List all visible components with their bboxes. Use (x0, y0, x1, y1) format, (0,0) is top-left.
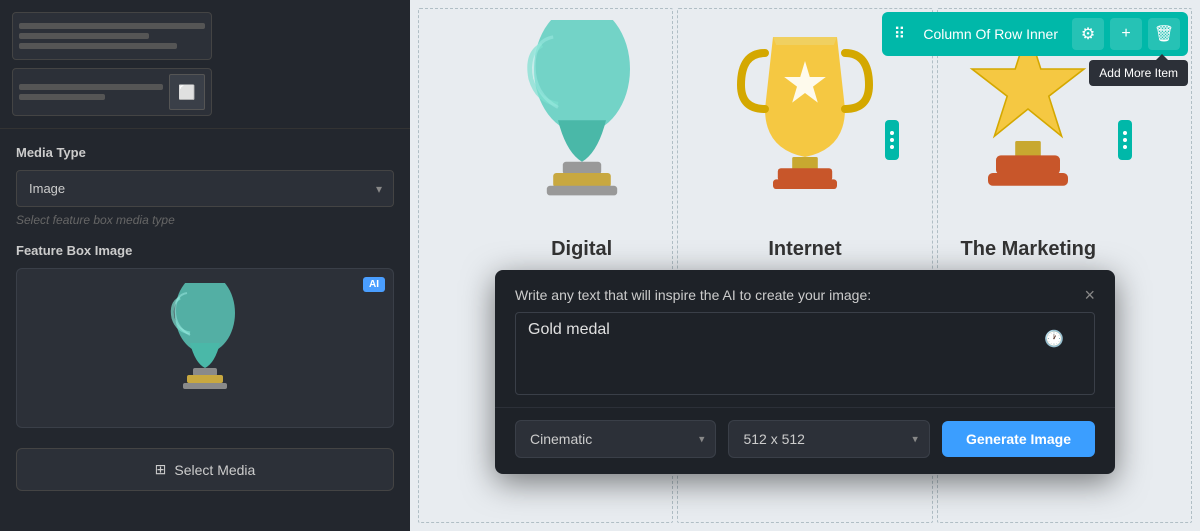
toolbar-label: Column Of Row Inner (915, 26, 1066, 42)
trophy-col-1: Digital (502, 20, 662, 287)
sidebar-thumbnails: ⬜ (0, 0, 410, 129)
add-more-item-tooltip: Add More Item (1089, 60, 1188, 86)
drag-dot (1123, 145, 1127, 149)
style-select[interactable]: Cinematic Realistic Artistic Cartoon (515, 420, 716, 458)
feature-preview: AI (16, 268, 394, 428)
media-type-hint: Select feature box media type (16, 213, 394, 227)
drag-icon[interactable]: ⠿ (890, 24, 910, 44)
delete-button[interactable]: 🗑 (1148, 18, 1180, 50)
column-toolbar: ⠿ Column Of Row Inner ⚙ + 🗑 (882, 12, 1188, 56)
main-content: Digital (410, 0, 1200, 531)
history-icon[interactable]: 🕐 (1044, 329, 1064, 349)
trophy-1-name: Digital (551, 238, 612, 261)
modal-textarea-wrap: Gold medal 🕐 (495, 304, 1115, 407)
media-type-select-wrap[interactable]: Image Video Icon ▾ (16, 170, 394, 207)
delete-icon: 🗑 (1154, 24, 1174, 44)
drag-dot (1123, 138, 1127, 142)
settings-button[interactable]: ⚙ (1072, 18, 1104, 50)
size-select[interactable]: 512 x 512 256 x 256 1024 x 1024 (728, 420, 929, 458)
feature-box-section: Feature Box Image AI (0, 235, 410, 436)
drag-dot (890, 131, 894, 135)
select-media-button[interactable]: ⊞ Select Media (16, 448, 394, 491)
select-media-icon: ⊞ (155, 461, 167, 478)
thumb-1[interactable] (12, 12, 212, 60)
generate-button[interactable]: Generate Image (942, 421, 1095, 457)
textarea-border: Gold medal 🕐 (515, 312, 1095, 395)
modal-footer: Cinematic Realistic Artistic Cartoon ▾ 5… (495, 407, 1115, 474)
feature-trophy-preview (155, 283, 255, 413)
ai-prompt-input[interactable]: Gold medal (528, 321, 1082, 381)
settings-icon: ⚙ (1081, 24, 1095, 44)
trophy-col-3: The Marketing ellence 2021 (948, 20, 1108, 287)
trophy-2-name: Internet (768, 238, 841, 261)
select-media-label: Select Media (174, 462, 255, 478)
size-select-wrap[interactable]: 512 x 512 256 x 256 1024 x 1024 ▾ (728, 420, 929, 458)
media-type-section: Media Type Image Video Icon ▾ Select fea… (0, 129, 410, 235)
media-type-select[interactable]: Image Video Icon (16, 170, 394, 207)
trophy-3-name: The Marketing (961, 238, 1097, 261)
media-type-label: Media Type (16, 145, 394, 160)
feature-box-label: Feature Box Image (16, 243, 394, 258)
style-select-wrap[interactable]: Cinematic Realistic Artistic Cartoon ▾ (515, 420, 716, 458)
drag-dot (890, 138, 894, 142)
sidebar: ⬜ Media Type Image Video Icon ▾ Select f… (0, 0, 410, 531)
add-button[interactable]: + (1110, 18, 1142, 50)
drag-dot (890, 145, 894, 149)
modal-header: Write any text that will inspire the AI … (495, 270, 1115, 304)
trophy-col-2: Internet (725, 20, 885, 287)
ai-badge: AI (363, 277, 385, 292)
drag-dot (1123, 131, 1127, 135)
thumb-2[interactable]: ⬜ (12, 68, 212, 116)
close-icon: × (1084, 285, 1095, 305)
trophy-gold-svg (725, 20, 885, 230)
trophy-3-drag-handle[interactable] (1118, 120, 1132, 160)
modal-title: Write any text that will inspire the AI … (515, 287, 871, 303)
trophy-2-drag-handle[interactable] (885, 120, 899, 160)
add-icon: + (1121, 25, 1130, 43)
thumb-img-icon: ⬜ (169, 74, 205, 110)
ai-modal: Write any text that will inspire the AI … (495, 270, 1115, 474)
modal-close-button[interactable]: × (1084, 286, 1095, 304)
trophy-teal-svg (502, 20, 662, 230)
